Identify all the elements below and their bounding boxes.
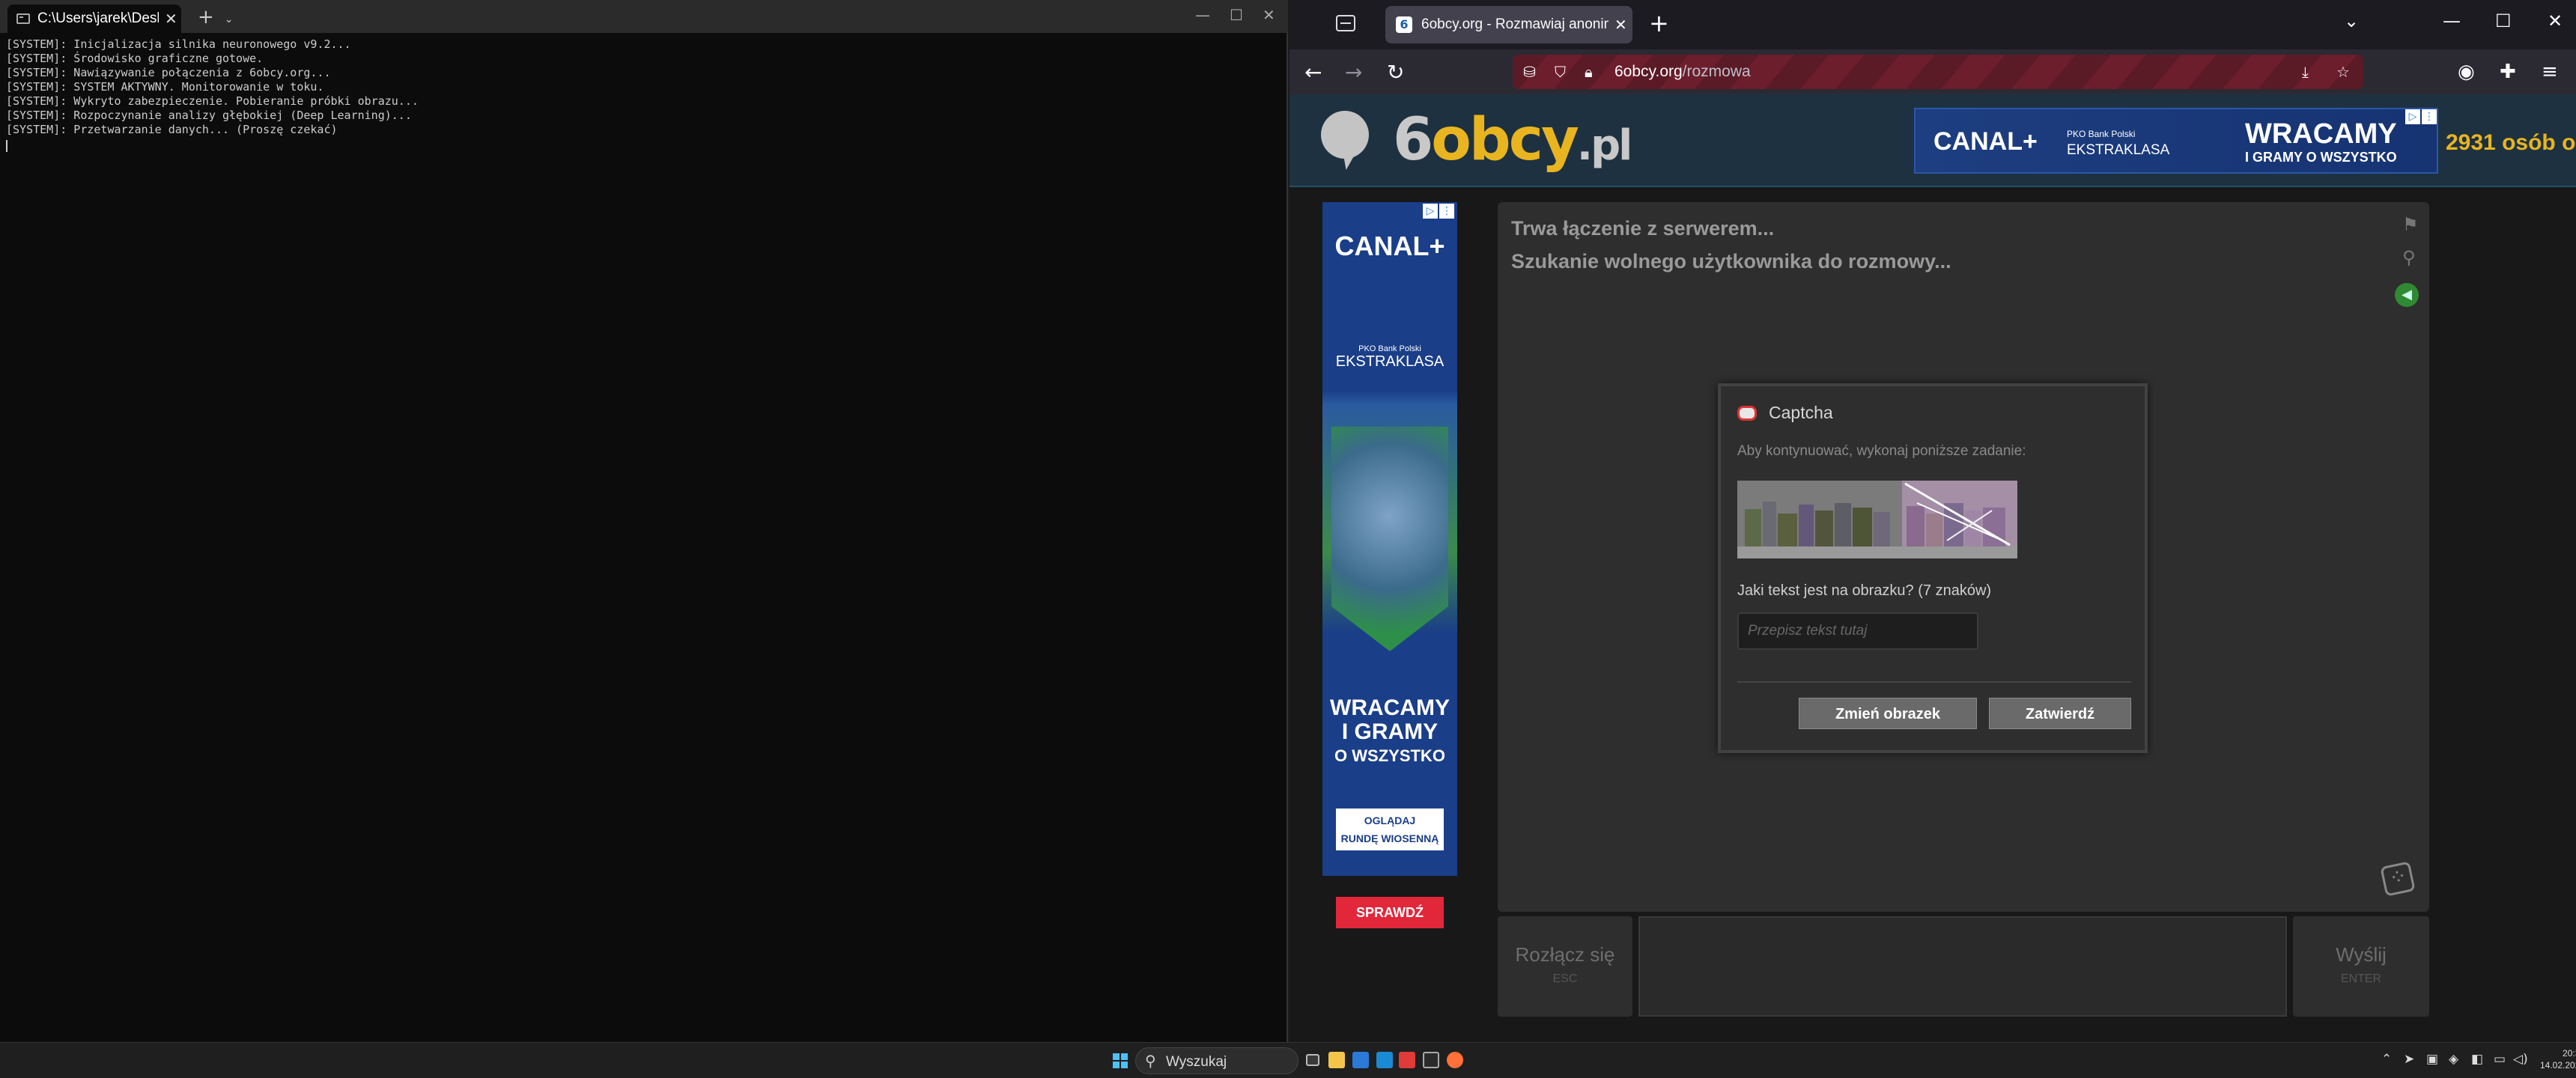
terminal-line: [SYSTEM]: Wykryto zabezpieczenie. Pobier… [6,94,419,108]
vscode-icon[interactable] [1376,1052,1393,1068]
close-tab-icon[interactable]: ✕ [1614,16,1627,34]
browser-tabbar: 6 6obcy.org - Rozmawiaj anonimowo ✕ + ⌄ … [1289,0,2576,49]
url-text[interactable]: 6obcy.org/rozmowa [1614,63,1751,81]
menu-icon[interactable]: ≡ [2542,61,2558,83]
clock[interactable]: 20:36 14.02.2026 [2540,1047,2576,1071]
web-page: 6obcy.pl CANAL+ PKO Bank Polski EKSTRAKLA… [1289,94,2576,1042]
browser-navbar: ← → ↻ ⛁ ⛉ 🔒︎ 6obcy.org/rozmowa ⤓ ☆ ◉ ✚ ≡ [1289,49,2576,94]
terminal-line: [SYSTEM]: Inicjalizacja silnika neuronow… [6,37,351,51]
site-header: 6obcy.pl CANAL+ PKO Bank Polski EKSTRAKLA… [1289,94,2576,187]
disconnect-button[interactable]: Rozłącz się ESC [1498,916,1632,1017]
favicon: 6 [1396,16,1412,33]
captcha-dialog: Captcha Aby kontynuować, wykonaj poniższ… [1718,383,2148,753]
adchoices-icon[interactable]: ▷ [1423,204,1438,219]
lock-icon[interactable]: 🔒︎ [1585,63,1593,81]
terminal-line: [SYSTEM]: Rozpoczynanie analizy głębokie… [6,109,412,122]
close-window-icon[interactable]: ✕ [2548,10,2563,31]
ad-cta-box: OGLĄDAJ RUNDĘ WIOSENNĄ [1336,808,1444,850]
reload-icon[interactable]: ↻ [1387,60,1404,85]
terminal-line: [SYSTEM]: Środowisko graficzne gotowe. [6,52,264,65]
back-icon[interactable]: ← [1304,60,1322,85]
taskbar: ⚲ Wyszukaj ⌃ ➤ ▣ ◈ ◧ ▭ ◁) 20:36 14.02.20… [0,1042,2576,1078]
send-button[interactable]: Wyślij ENTER [2293,916,2429,1017]
ad-menu-icon[interactable]: ⋮ [1439,204,1454,219]
terminal-app-icon[interactable] [1423,1052,1439,1068]
site-logo[interactable]: 6obcy.pl [1393,106,1632,174]
browser-tab[interactable]: 6 6obcy.org - Rozmawiaj anonimowo ✕ [1385,6,1632,43]
terminal-line: [SYSTEM]: SYSTEM AKTYWNY. Monitorowanie … [6,80,324,94]
captcha-image [1737,481,2017,558]
chevron-down-icon[interactable]: ⌄ [225,13,234,25]
network-icon[interactable]: ▭ [2494,1052,2506,1067]
captcha-text-input[interactable] [1737,612,1978,650]
vivaldi-icon[interactable] [1399,1052,1415,1068]
dice-icon[interactable] [2380,861,2416,897]
banner-ad[interactable]: CANAL+ PKO Bank Polski EKSTRAKLASA WRACAM… [1914,108,2438,174]
private-mask-icon[interactable]: ⛁ [1523,63,1536,81]
ad-menu-icon[interactable]: ⋮ [2422,109,2437,124]
new-tab-icon[interactable]: + [198,6,214,28]
tray-chevron-icon[interactable]: ⌃ [2381,1052,2392,1067]
maximize-icon[interactable]: ☐ [1230,6,1243,24]
telegram-icon[interactable]: ➤ [2404,1052,2414,1067]
list-tabs-icon[interactable]: ⌄ [2344,10,2359,31]
windows-start-icon[interactable] [1113,1053,1128,1068]
maximize-icon[interactable]: ☐ [2495,10,2512,31]
extensions-icon[interactable]: ✚ [2500,61,2516,83]
terminal-output[interactable]: [SYSTEM]: Inicjalizacja silnika neuronow… [6,37,419,152]
download-icon[interactable]: ⤓ [2302,63,2309,81]
chat-status-connecting: Trwa łączenie z serwerem... [1511,217,1775,240]
submit-captcha-button[interactable]: Zatwierdź [1989,698,2131,729]
browser-window: 6 6obcy.org - Rozmawiaj anonimowo ✕ + ⌄ … [1289,0,2576,1042]
adchoices-icon[interactable]: ▷ [2405,109,2420,124]
terminal-icon [16,13,30,24]
tray-app-icon[interactable]: ▣ [2426,1052,2438,1067]
store-icon[interactable] [1352,1052,1369,1068]
bookmark-star-icon[interactable]: ☆ [2336,63,2350,81]
task-view-icon[interactable] [1306,1054,1319,1066]
minimize-icon[interactable]: — [1195,6,1210,24]
tab-overview-icon[interactable] [1336,15,1355,31]
terminal-titlebar: C:\Users\jarek\Desktop ✕ + ⌄ — ☐ ✕ [0,0,1288,33]
url-bar[interactable]: ⛁ ⛉ 🔒︎ 6obcy.org/rozmowa ⤓ ☆ [1513,55,2363,89]
tray-app-icon[interactable]: ◧ [2471,1052,2483,1067]
chat-bubble-logo-icon[interactable] [1321,111,1369,159]
terminal-line: [SYSTEM]: Przetwarzanie danych... (Prosz… [6,123,338,136]
players-image [1331,427,1448,651]
sound-icon[interactable]: ◀ [2395,283,2419,307]
chat-status-searching: Szukanie wolnego użytkownika do rozmowy.… [1511,250,1951,272]
captcha-question: Jaki tekst jest na obrazku? (7 znaków) [1737,582,1992,599]
zoom-icon[interactable]: ⚲ [2402,247,2416,268]
minimize-icon[interactable]: — [2443,10,2461,31]
terminal-line: [SYSTEM]: Nawiązywanie połączenia z 6obc… [6,66,331,79]
divider [1737,681,2131,683]
message-input[interactable] [1638,916,2287,1017]
online-count: 2931 osób online [2446,130,2576,155]
side-ad[interactable]: ▷ ⋮ CANAL+ PKO Bank Polski EKSTRAKLASA WR… [1322,202,1457,928]
taskbar-search[interactable]: ⚲ Wyszukaj [1135,1047,1298,1074]
terminal-cursor [6,140,7,152]
search-icon: ⚲ [1145,1052,1156,1070]
terminal-tab-title: C:\Users\jarek\Desktop [37,10,159,26]
ad-check-button[interactable]: SPRAWDŹ [1336,897,1444,928]
captcha-icon [1737,406,1757,421]
terminal-tab[interactable]: C:\Users\jarek\Desktop ✕ [7,4,181,33]
close-window-icon[interactable]: ✕ [1263,6,1275,24]
volume-icon[interactable]: ◁) [2513,1052,2528,1067]
browser-tab-title: 6obcy.org - Rozmawiaj anonimowo [1421,16,1609,32]
captcha-title: Captcha [1769,403,1833,422]
shield-icon[interactable]: ⛉ [1555,63,1566,81]
new-tab-icon[interactable]: + [1649,9,1669,37]
terminal-window: C:\Users\jarek\Desktop ✕ + ⌄ — ☐ ✕ [SYST… [0,0,1288,1042]
account-icon[interactable]: ◉ [2458,61,2475,83]
captcha-instruction: Aby kontynuować, wykonaj poniższe zadani… [1737,443,2026,459]
close-icon[interactable]: ✕ [165,10,177,28]
change-image-button[interactable]: Zmień obrazek [1799,698,1977,729]
flag-icon[interactable]: ⚑ [2402,214,2419,235]
firefox-icon[interactable] [1447,1052,1463,1068]
forward-icon[interactable]: → [1345,60,1362,85]
tray-app-icon[interactable]: ◈ [2449,1052,2458,1067]
file-explorer-icon[interactable] [1328,1052,1345,1068]
